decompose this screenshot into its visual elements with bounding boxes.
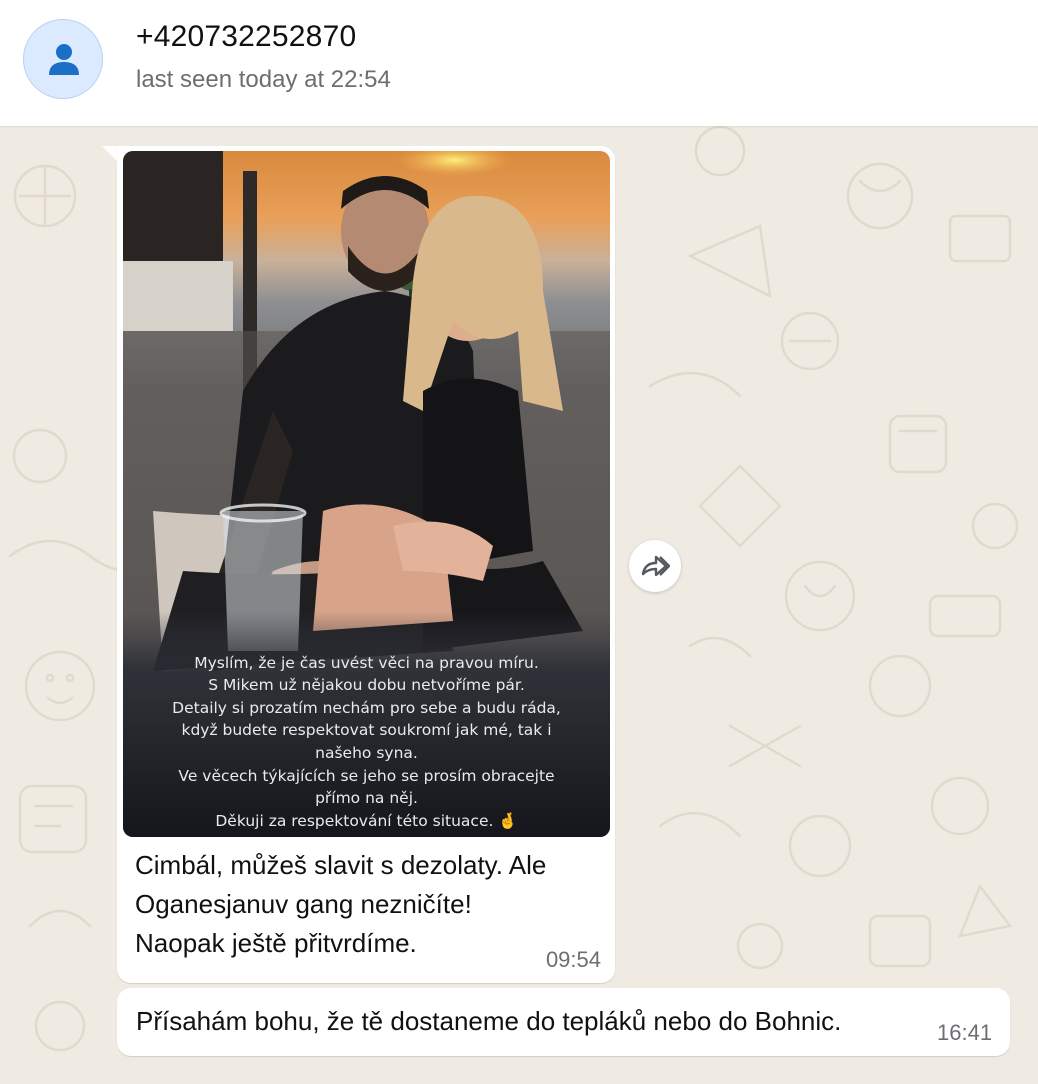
avatar[interactable] (23, 19, 103, 99)
forward-button[interactable] (629, 540, 681, 592)
chat-area[interactable]: Myslím, že je čas uvést věci na pravou m… (0, 126, 1038, 1084)
message-caption: Cimbál, můžeš slavit s dezolaty. Ale Oga… (135, 846, 595, 963)
person-icon (49, 44, 79, 75)
story-line: našeho syna. (315, 744, 418, 762)
story-line: S Mikem už nějakou dobu netvoříme pár. (208, 676, 525, 695)
story-line: Myslím, že je čas uvést věci na pravou m… (194, 653, 539, 672)
caption-line: Oganesjanuv gang nezničíte! (135, 889, 472, 919)
story-line: přímo na něj. (315, 789, 418, 808)
story-line: Ve věcech týkajících se jeho se prosím o… (178, 766, 555, 785)
story-photo[interactable]: Myslím, že je čas uvést věci na pravou m… (123, 151, 610, 837)
image-message-bubble[interactable]: Myslím, že je čas uvést věci na pravou m… (117, 146, 615, 983)
story-line: Detaily si prozatím nechám pro sebe a bu… (172, 698, 561, 717)
contact-name[interactable]: +420732252870 (136, 20, 356, 54)
story-line: když budete respektovat soukromí jak mé,… (181, 721, 552, 740)
message-text: Přísahám bohu, že tě dostaneme do teplák… (136, 1006, 842, 1036)
last-seen-status: last seen today at 22:54 (136, 66, 391, 93)
message-time: 09:54 (545, 947, 601, 972)
story-line: Děkuji za respektování této situace. 🤞 (215, 811, 518, 830)
text-message-bubble[interactable]: Přísahám bohu, že tě dostaneme do teplák… (117, 988, 1010, 1056)
forward-icon (641, 555, 670, 577)
bubble-tail (102, 146, 118, 162)
story-overlay-text: Myslím, že je čas uvést věci na pravou m… (123, 647, 610, 837)
caption-line: Cimbál, můžeš slavit s dezolaty. Ale (135, 850, 547, 880)
caption-line: Naopak ještě přitvrdíme. (135, 928, 417, 958)
message-time: 16:41 (937, 1020, 993, 1045)
chat-header: +420732252870 last seen today at 22:54 (0, 0, 1038, 126)
